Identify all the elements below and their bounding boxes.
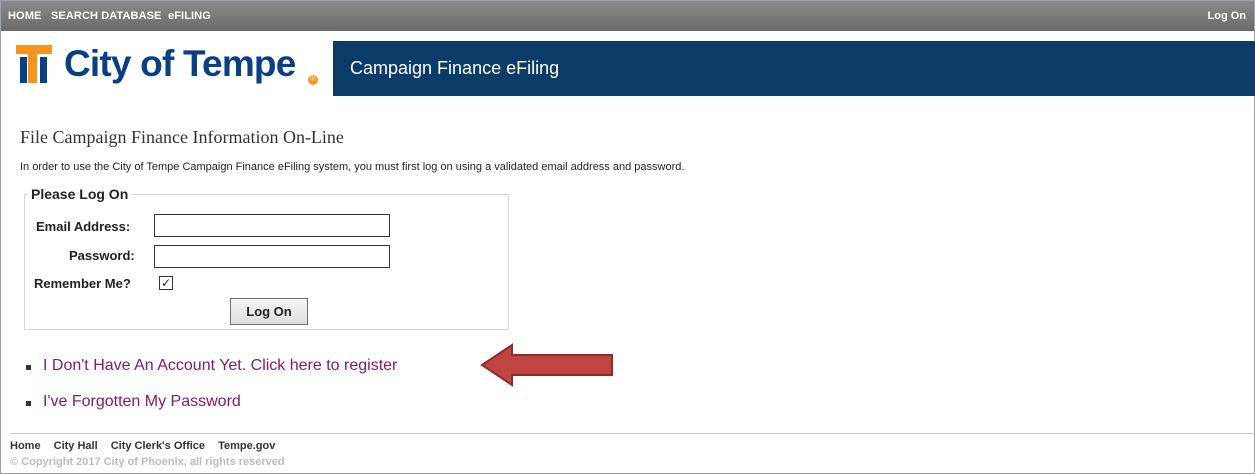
tempe-t-icon — [16, 45, 52, 83]
footer-home-link[interactable]: Home — [10, 440, 41, 452]
footer-city-clerk-link[interactable]: City Clerk's Office — [111, 440, 205, 452]
city-of-tempe-logo[interactable]: City of Tempe ® — [14, 39, 326, 97]
banner-title: Campaign Finance eFiling — [350, 58, 560, 78]
email-label: Email Address: — [36, 219, 131, 234]
password-label: Password: — [69, 248, 135, 263]
nav-home[interactable]: HOME — [8, 10, 41, 22]
header-banner: Campaign Finance eFiling — [333, 41, 1255, 96]
footer-tempe-gov-link[interactable]: Tempe.gov — [218, 440, 275, 452]
bullet-icon — [26, 401, 31, 406]
red-arrow-icon — [480, 343, 613, 387]
footer-divider — [10, 433, 1255, 434]
login-legend: Please Log On — [31, 186, 129, 202]
bullet-icon — [26, 365, 31, 370]
forgot-password-link[interactable]: I've Forgotten My Password — [43, 393, 241, 411]
password-field[interactable] — [154, 245, 390, 268]
nav-log-on[interactable]: Log On — [1208, 10, 1247, 22]
nav-efiling[interactable]: eFILING — [168, 10, 211, 22]
top-navigation: HOME SEARCH DATABASE eFILING Log On — [1, 1, 1254, 31]
email-field[interactable] — [154, 214, 390, 237]
copyright-text: © Copyright 2017 City of Phoenix, all ri… — [10, 456, 285, 468]
logo-text: City of Tempe — [64, 43, 296, 84]
nav-search-database[interactable]: SEARCH DATABASE — [51, 10, 162, 22]
registered-mark: ® — [308, 75, 318, 85]
footer-city-hall-link[interactable]: City Hall — [54, 440, 98, 452]
footer-links: Home City Hall City Clerk's Office Tempe… — [10, 440, 285, 452]
remember-me-label: Remember Me? — [34, 276, 131, 291]
page-title: File Campaign Finance Information On-Lin… — [20, 127, 344, 147]
log-on-button[interactable]: Log On — [230, 298, 308, 325]
remember-me-checkbox[interactable]: ✓ — [159, 276, 173, 290]
register-link[interactable]: I Don't Have An Account Yet. Click here … — [43, 357, 397, 375]
intro-text: In order to use the City of Tempe Campai… — [20, 161, 685, 173]
